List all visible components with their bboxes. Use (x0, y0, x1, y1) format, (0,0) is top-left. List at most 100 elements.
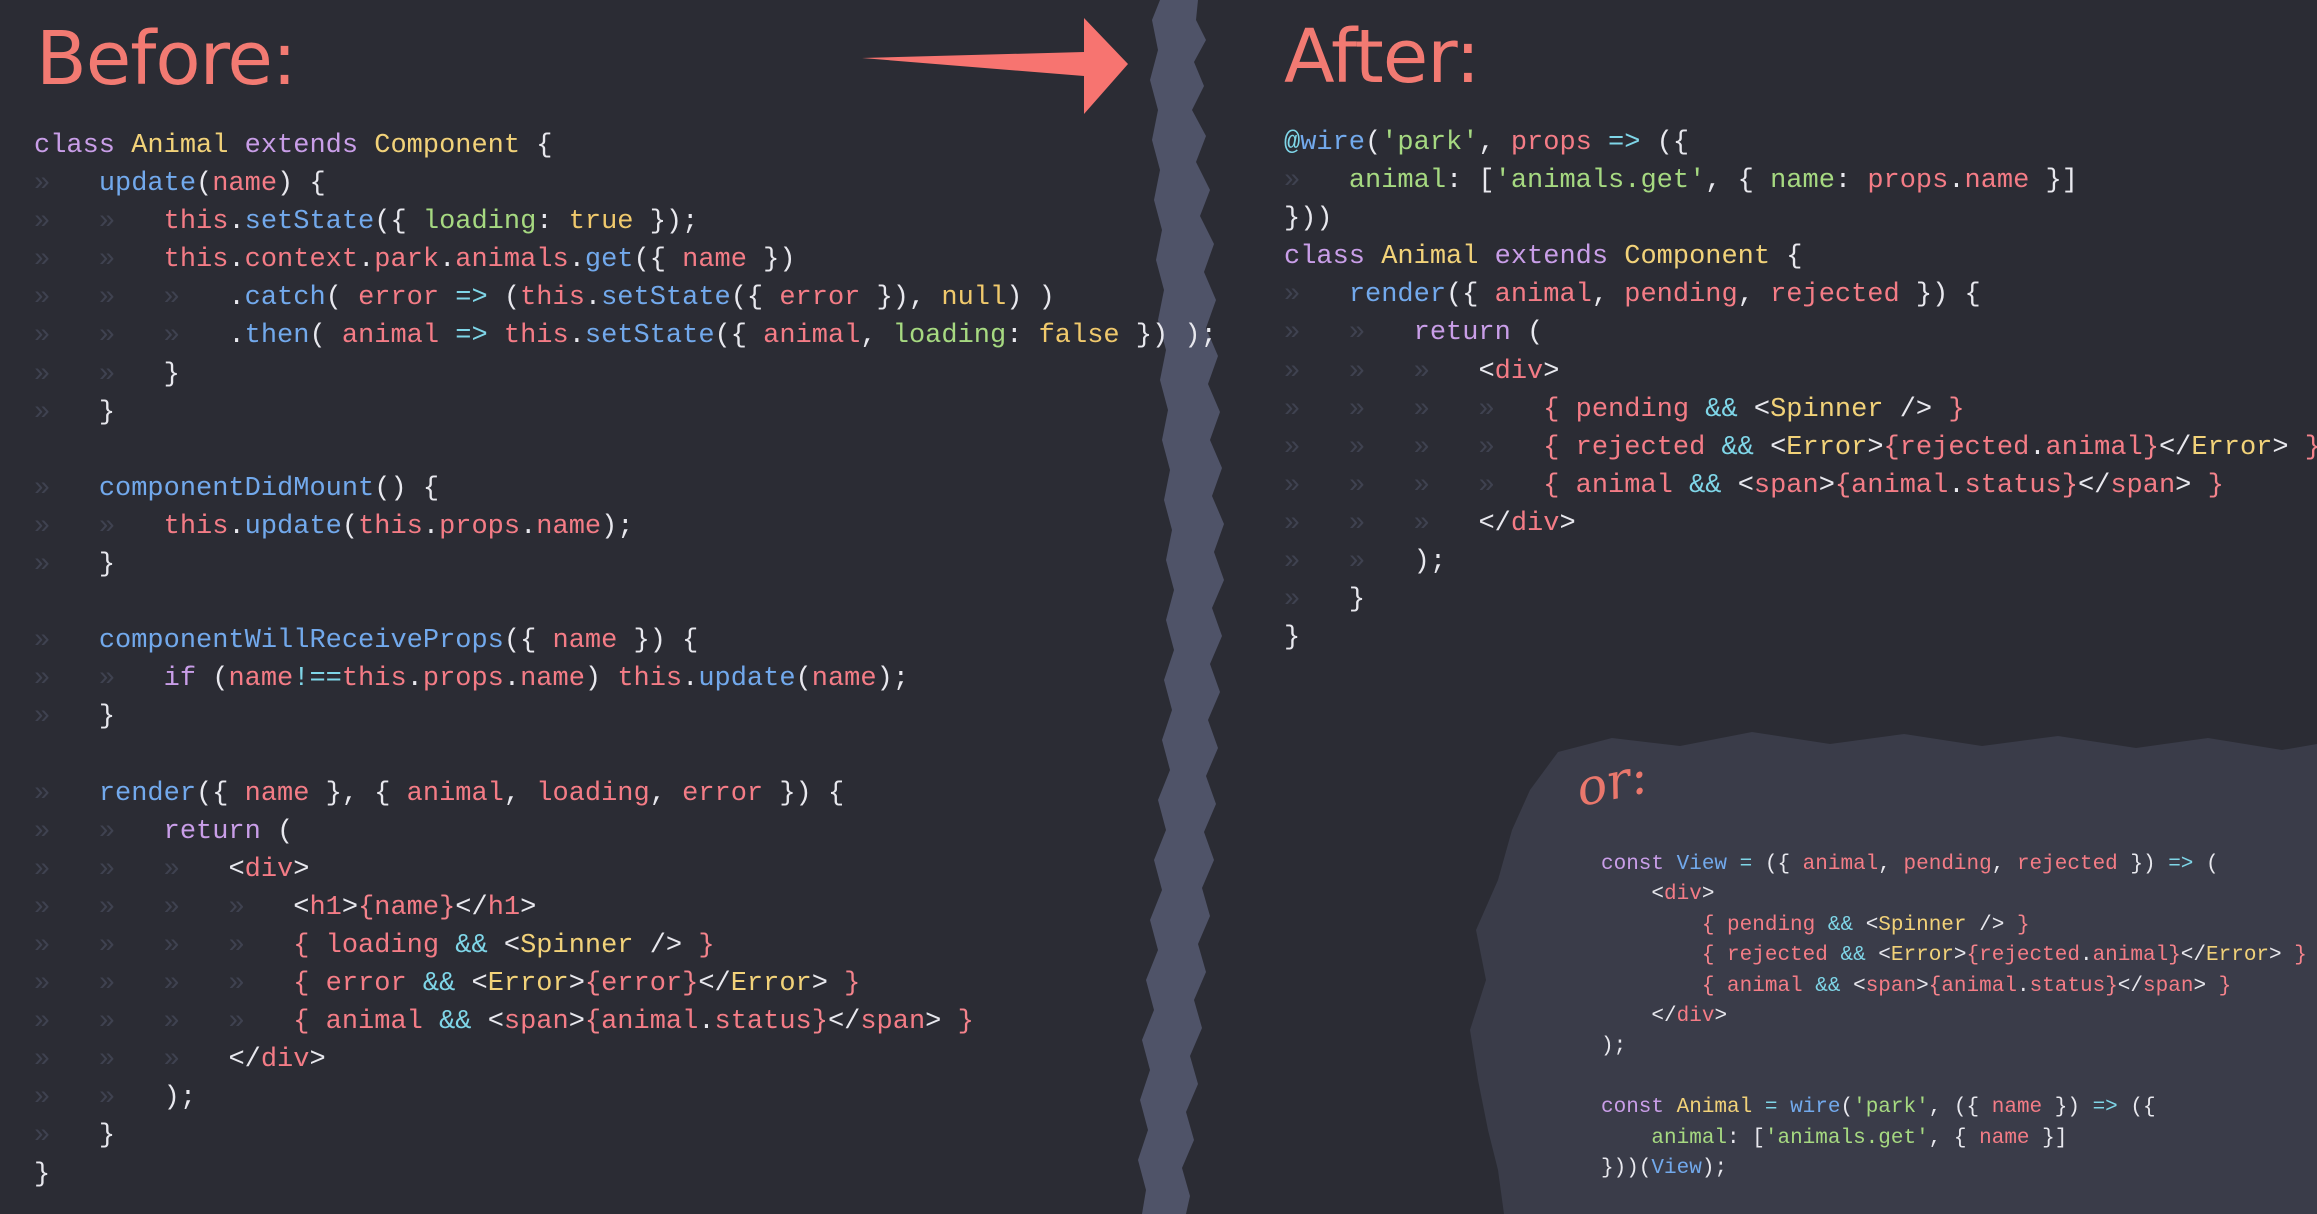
code-token: < (293, 892, 310, 923)
indent-guide: » (163, 854, 229, 885)
code-token: : (1834, 166, 1868, 197)
code-line: » } (34, 1121, 115, 1151)
indent-guide: » (34, 1007, 99, 1038)
code-token: span (2110, 470, 2176, 501)
indent-guide: » (98, 1045, 164, 1076)
indent-guide: » (228, 930, 294, 961)
code-token: , (1737, 280, 1771, 311)
indent-guide: » (34, 969, 99, 1000)
code-token: && (1721, 432, 1771, 463)
code-token: } (2294, 944, 2307, 968)
code-token: span (1865, 974, 1917, 998)
code-line: » » » </div> (34, 1045, 326, 1075)
code-token: @ (1284, 128, 1301, 158)
code-token: } (2207, 470, 2224, 501)
code-token: } (2218, 974, 2232, 998)
after-code-block: @wire('park', props => ({ » animal: ['an… (1284, 124, 2317, 657)
code-token: rejected (1979, 944, 2080, 968)
code-line: » » » » { pending && <Spinner /> } (1284, 395, 1965, 425)
indent-guide: » (1284, 432, 1349, 463)
code-token: ( (1510, 318, 1544, 349)
code-token: loading (325, 930, 456, 961)
code-token: ) ) (1006, 283, 1055, 314)
indent-guide: » (163, 1045, 229, 1076)
indent-guide: » (1413, 356, 1479, 387)
code-token: ( (2193, 853, 2219, 876)
code-token: rejected (1770, 280, 1900, 311)
code-token: } (163, 359, 180, 390)
code-token: name (244, 778, 310, 809)
code-token: , (1991, 853, 2017, 876)
code-token: animal (1941, 974, 2017, 998)
code-token: }) (746, 245, 796, 276)
code-token: ( (196, 664, 229, 695)
code-token: error (601, 969, 683, 1000)
code-line: }))(View); (1601, 1157, 1727, 1180)
code-token: animal (1575, 470, 1690, 501)
code-token: > (520, 892, 537, 923)
code-token: Error (487, 969, 569, 1000)
code-token: ( (1840, 1096, 1854, 1120)
code-token: error (358, 283, 440, 314)
code-token: } (1348, 585, 1366, 616)
code-token: name (536, 511, 602, 542)
code-token: ( (325, 283, 359, 314)
indent-guide: » (1284, 356, 1349, 387)
code-token: this (503, 321, 569, 352)
code-token: } (698, 930, 715, 961)
code-token: , (649, 778, 683, 809)
code-token: this (341, 664, 407, 695)
code-token: } (844, 969, 861, 1000)
code-token: ({ (1656, 128, 1690, 158)
indent-guide: » (34, 778, 99, 809)
code-token: this (163, 207, 229, 238)
code-token: ( (503, 283, 521, 314)
code-token: h1 (309, 892, 342, 923)
code-line: » componentWillReceiveProps({ name }) { (34, 626, 698, 656)
code-token: => (1591, 128, 1657, 158)
indent-guide: » (163, 892, 229, 923)
code-token: /> (633, 930, 699, 961)
code-token: error (325, 969, 423, 1000)
code-line: » » if (name!==this.props.name) this.upd… (34, 664, 909, 694)
code-token: </ (2180, 944, 2207, 968)
code-token: }) { (617, 626, 699, 657)
code-line: » » » </div> (1284, 509, 1576, 539)
code-token: update (244, 511, 342, 542)
code-token: props (1510, 128, 1592, 158)
code-token: }, { (309, 778, 407, 809)
code-token: { (1701, 913, 1728, 937)
indent-guide: » (98, 816, 164, 847)
code-token: /> (1883, 394, 1949, 425)
code-token: } (2305, 433, 2317, 463)
code-token: < (1878, 944, 1891, 968)
indent-guide: » (163, 1007, 229, 1038)
indent-guide: » (34, 359, 99, 390)
code-token: = (1727, 853, 1765, 876)
indent-guide: » (98, 854, 164, 885)
code-token: render (98, 778, 197, 809)
indent-guide: » (34, 892, 99, 923)
code-token: , { (1705, 166, 1771, 197)
code-token: </ (1478, 508, 1511, 539)
before-heading: Before: (36, 16, 297, 102)
code-token: { (1928, 974, 1942, 998)
indent-guide: » (98, 207, 164, 238)
code-token: ); (601, 511, 634, 542)
code-token: > (925, 1007, 958, 1038)
code-token: ); (1701, 1157, 1728, 1181)
code-token: < (471, 969, 488, 1000)
code-token: pending (1727, 913, 1828, 937)
code-token: ) { (277, 169, 326, 200)
indent-guide: » (34, 397, 99, 428)
indent-guide: » (1348, 432, 1414, 463)
code-token: . (682, 664, 699, 695)
code-token: > (2272, 432, 2305, 463)
code-token: return (163, 816, 261, 847)
indent-guide: » (34, 207, 99, 238)
code-token: ( (1365, 128, 1382, 158)
code-token: name (811, 664, 877, 695)
indent-guide: » (34, 245, 99, 276)
indent-guide: » (1413, 470, 1479, 501)
code-token: => (2092, 1096, 2118, 1120)
